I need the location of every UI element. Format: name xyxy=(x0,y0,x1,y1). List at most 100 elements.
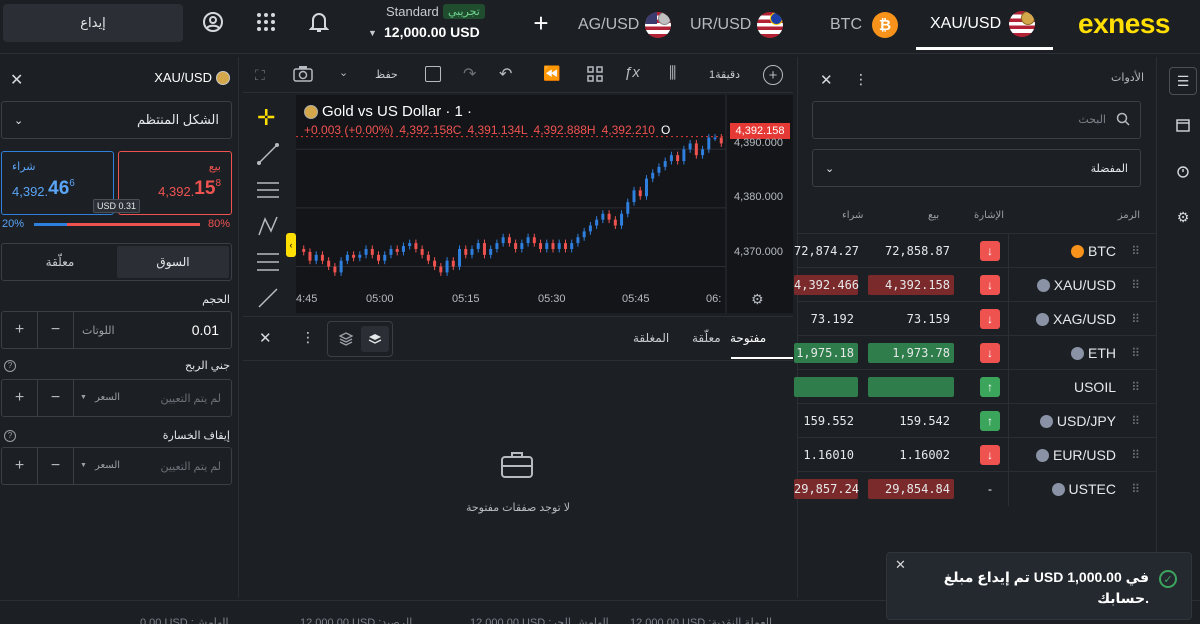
redo-icon[interactable]: ↷ xyxy=(463,64,476,84)
profile-icon[interactable] xyxy=(201,10,225,34)
close-icon[interactable]: ✕ xyxy=(820,71,833,89)
ask-price[interactable]: 73.192 xyxy=(794,309,858,329)
deposit-button[interactable]: إيداع xyxy=(3,4,183,42)
tab-xauusd[interactable]: XAU/USD xyxy=(916,0,1053,50)
close-icon[interactable]: ✕ xyxy=(259,329,272,347)
tp-increase-button[interactable]: + xyxy=(2,380,38,416)
drag-handle-icon[interactable]: ⠿ xyxy=(1131,414,1140,428)
drag-handle-icon[interactable]: ⠿ xyxy=(1131,380,1140,394)
close-icon[interactable]: ✕ xyxy=(10,70,23,90)
trend-line-icon[interactable] xyxy=(257,143,279,168)
sl-increase-button[interactable]: + xyxy=(2,448,38,484)
ask-price[interactable]: 4,392.466 xyxy=(794,275,859,295)
close-icon[interactable]: ✕ xyxy=(895,557,906,573)
help-icon[interactable]: ? xyxy=(4,359,16,372)
collapse-toolbar-handle[interactable]: ‹ xyxy=(286,233,296,257)
rectangle-tool-icon[interactable] xyxy=(425,66,441,82)
horizontal-lines-icon[interactable] xyxy=(257,179,279,204)
tp-input[interactable]: لم يتم التعيين xyxy=(160,392,221,405)
brush-icon[interactable] xyxy=(257,287,279,312)
bid-price[interactable]: 73.159 xyxy=(868,309,954,329)
bid-price[interactable]: 72,858.87 xyxy=(868,241,954,261)
ask-price[interactable]: 29,857.24 xyxy=(794,479,859,499)
drag-handle-icon[interactable]: ⠿ xyxy=(1131,482,1140,496)
add-tab-plus-icon[interactable]: + xyxy=(530,8,552,38)
tab-pending[interactable]: معلّقة xyxy=(4,246,116,278)
ask-price[interactable]: 1,975.18 xyxy=(794,343,858,363)
account-selector[interactable]: Standard تجريبي ▼ 12,000.00 USD xyxy=(360,2,490,48)
tab-agusd[interactable]: AG/USD xyxy=(578,0,682,50)
bid-price[interactable]: 1,973.78 xyxy=(868,343,954,363)
bid-price[interactable]: 4,392.158 xyxy=(868,275,954,295)
gold-usd-icon xyxy=(1036,278,1050,292)
calendar-icon[interactable] xyxy=(1173,115,1193,135)
bid-price[interactable] xyxy=(868,377,954,397)
order-type-select[interactable]: ⌄ الشكل المنتظم xyxy=(1,101,232,139)
tp-decrease-button[interactable]: − xyxy=(38,380,74,416)
tab-closed[interactable]: المغلقة xyxy=(633,331,669,345)
instrument-row[interactable]: ⠿ XAG/USD ↓ 73.159 73.192 xyxy=(798,301,1156,336)
indicators-fx-icon[interactable]: ƒx xyxy=(624,64,640,81)
replay-icon[interactable]: ⏪ xyxy=(543,65,560,82)
ask-price[interactable]: 1.16010 xyxy=(794,445,858,465)
drag-handle-icon[interactable]: ⠿ xyxy=(1131,312,1140,326)
undo-icon[interactable]: ↶ xyxy=(499,64,512,84)
drag-handle-icon[interactable]: ⠿ xyxy=(1131,346,1140,360)
instrument-row[interactable]: ⠿ XAU/USD ↓ 4,392.158 4,392.466 xyxy=(794,267,1156,302)
candlestick-type-icon[interactable]: ⫼ xyxy=(669,65,676,83)
chart-settings-gear-icon[interactable]: ⚙ xyxy=(751,291,764,308)
ask-price[interactable]: 159.552 xyxy=(794,411,858,431)
tp-unit-select[interactable]: ▼ السعر xyxy=(80,392,120,403)
layers-stack-icon[interactable] xyxy=(332,326,360,352)
tab-eurusd[interactable]: UR/USD xyxy=(690,0,794,50)
volume-input[interactable]: 0.01 xyxy=(192,322,219,338)
fib-retracement-icon[interactable] xyxy=(257,251,279,276)
candle-body xyxy=(426,254,430,261)
instrument-row[interactable]: ⠿ ETH ↓ 1,973.78 1,975.18 xyxy=(794,335,1156,370)
instrument-row[interactable]: ⠿ USD/JPY ↑ 159.542 159.552 xyxy=(798,403,1156,438)
save-layout-button[interactable]: حفظ xyxy=(375,68,398,81)
sl-decrease-button[interactable]: − xyxy=(38,448,74,484)
tab-open[interactable]: مفتوحة xyxy=(730,331,766,345)
layout-grid-icon[interactable] xyxy=(587,66,603,85)
volume-decrease-button[interactable]: − xyxy=(38,312,74,348)
crosshair-icon[interactable]: ✛ xyxy=(257,107,275,129)
more-vertical-icon[interactable]: ⋮ xyxy=(301,329,315,346)
search-input[interactable]: البحث xyxy=(812,101,1141,139)
fullscreen-icon[interactable]: ⛶ xyxy=(255,67,265,84)
tab-pending[interactable]: معلّقة xyxy=(692,331,721,345)
instrument-row[interactable]: ⠿ USOIL ↑ xyxy=(794,369,1156,404)
chevron-down-icon[interactable]: ⌄ xyxy=(339,66,348,79)
ask-price[interactable] xyxy=(794,377,858,397)
volume-increase-button[interactable]: + xyxy=(2,312,38,348)
instrument-row[interactable]: ⠿ BTC ↓ 72,858.87 72,874.27 xyxy=(794,233,1156,268)
camera-icon[interactable] xyxy=(293,65,313,86)
instrument-row[interactable]: ⠿ USTEC - 29,854.84 29,857.24 xyxy=(794,471,1156,506)
drag-handle-icon[interactable]: ⠿ xyxy=(1131,244,1140,258)
drag-handle-icon[interactable]: ⠿ xyxy=(1131,278,1140,292)
apps-grid-icon[interactable] xyxy=(254,10,278,34)
help-icon[interactable]: ? xyxy=(4,429,16,442)
bid-price[interactable]: 1.16002 xyxy=(868,445,954,465)
filter-select[interactable]: ⌄ المفضلة xyxy=(812,149,1141,187)
bid-price[interactable]: 159.542 xyxy=(868,411,954,431)
instrument-row[interactable]: ⠿ EUR/USD ↓ 1.16002 1.16010 xyxy=(798,437,1156,472)
alarm-clock-icon[interactable] xyxy=(1173,161,1193,181)
more-vertical-icon[interactable]: ⋮ xyxy=(854,71,868,88)
timeframe-select[interactable]: 1دقيقة xyxy=(709,68,740,81)
price-chart[interactable]: Gold vs US Dollar · 1 · +0.003 (+0.00%) … xyxy=(296,95,793,313)
settings-gear-icon[interactable]: ⚙ xyxy=(1173,207,1193,227)
bid-price[interactable]: 29,854.84 xyxy=(868,479,954,499)
volume-unit: اللوتات xyxy=(82,325,115,337)
sl-unit-select[interactable]: ▼ السعر xyxy=(80,460,120,471)
tab-btc[interactable]: BTC ₿ xyxy=(830,0,916,50)
notifications-bell-icon[interactable] xyxy=(307,10,331,34)
layers-icon[interactable] xyxy=(361,326,389,352)
instruments-list-icon[interactable]: ☰ xyxy=(1169,67,1197,95)
pattern-tool-icon[interactable] xyxy=(257,215,279,240)
drag-handle-icon[interactable]: ⠿ xyxy=(1131,448,1140,462)
sl-input[interactable]: لم يتم التعيين xyxy=(160,460,221,473)
tab-market[interactable]: السوق xyxy=(117,246,229,278)
add-indicator-plus-icon[interactable]: + xyxy=(763,65,783,85)
ask-price[interactable]: 72,874.27 xyxy=(794,241,859,261)
